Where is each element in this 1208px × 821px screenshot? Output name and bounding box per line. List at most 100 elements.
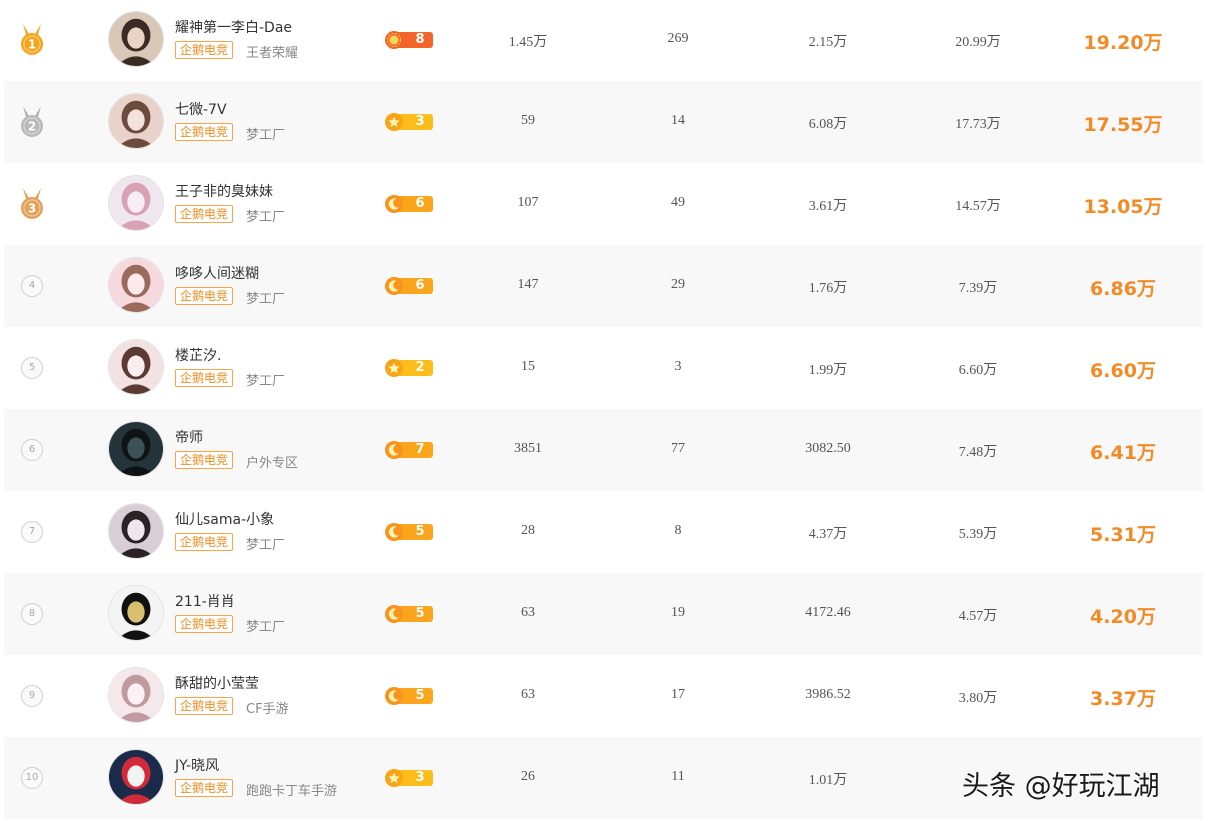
avatar[interactable] [108, 339, 164, 395]
guild-tag: 企鹅电竞 [175, 615, 234, 633]
avatar[interactable] [108, 585, 164, 641]
total-score: 6.41万 [1090, 442, 1156, 464]
stat-col-4: 14.57万 [955, 199, 1001, 214]
ranking-row[interactable]: 4 哆哆人间迷糊 企鹅电竞 梦工厂 6 147 29 1.76万 7.39万 6.86万 [4, 245, 1202, 327]
ranking-row[interactable]: 3 王子非的臭妹妹 企鹅电竞 梦工厂 6 107 49 3.61万 14.57万 13.05万 [4, 163, 1202, 245]
rank-number: 2 [28, 120, 36, 134]
category-label: 梦工厂 [246, 374, 286, 389]
level-badge: 3 [383, 768, 433, 788]
bronze-medal-icon: 3 [21, 188, 43, 219]
stat-col-2: 17 [671, 687, 685, 702]
stat-col-1: 15 [521, 359, 535, 374]
stat-col-1: 28 [521, 523, 535, 538]
moon-badge-icon [385, 687, 403, 705]
total-score: 3.37万 [1090, 688, 1156, 710]
avatar[interactable] [108, 257, 164, 313]
streamer-name[interactable]: 帝师 [175, 427, 203, 447]
stat-col-1: 1.45万 [508, 35, 548, 50]
moon-badge-icon [385, 277, 403, 295]
level-badge: 8 [383, 30, 433, 50]
total-score: 5.31万 [1090, 524, 1156, 546]
level-badge: 5 [383, 686, 433, 706]
category-label: 跑跑卡丁车手游 [246, 784, 338, 799]
level-badge: 3 [383, 112, 433, 132]
stat-col-2: 11 [671, 769, 685, 784]
moon-badge-icon [385, 195, 403, 213]
guild-tag: 企鹅电竞 [175, 287, 234, 305]
watermark: 头条 @好玩江湖 [962, 771, 1160, 802]
badge-level: 7 [415, 442, 425, 457]
streamer-name[interactable]: 耀神第一李白-Dae [175, 17, 292, 37]
ranking-row[interactable]: 9 酥甜的小莹莹 企鹅电竞 CF手游 5 63 17 3986.52 3.80万 3.37万 [4, 655, 1202, 737]
stat-col-2: 29 [671, 277, 685, 292]
guild-tag: 企鹅电竞 [175, 451, 234, 469]
category-label: 梦工厂 [246, 210, 286, 225]
stat-col-2: 77 [671, 441, 685, 456]
stat-col-3: 2.15万 [808, 35, 848, 50]
avatar[interactable] [108, 667, 164, 723]
stat-col-3: 1.01万 [808, 773, 848, 788]
total-score: 4.20万 [1090, 606, 1156, 628]
rank-number: 1 [28, 38, 36, 52]
stat-col-4: 20.99万 [955, 35, 1001, 50]
badge-level: 5 [415, 606, 425, 621]
ranking-row[interactable]: 1 耀神第一李白-Dae 企鹅电竞 王者荣耀 8 1.45万 269 2.15万 20.99万 1… [4, 0, 1202, 81]
avatar[interactable] [108, 93, 164, 149]
stat-col-2: 14 [671, 113, 685, 128]
stat-col-2: 8 [674, 523, 682, 538]
streamer-name[interactable]: 楼芷汐. [175, 345, 221, 365]
badge-level: 3 [415, 114, 425, 129]
rank-number: 8 [21, 603, 43, 625]
category-label: CF手游 [246, 702, 289, 717]
streamer-name[interactable]: 七微-7V [175, 99, 227, 119]
category-label: 户外专区 [246, 456, 299, 471]
ranking-row[interactable]: 8 211-肖肖 企鹅电竞 梦工厂 5 63 19 4172.46 4.57万 4.20万 [4, 573, 1202, 655]
moon-badge-icon [385, 523, 403, 541]
guild-tag: 企鹅电竞 [175, 779, 234, 797]
avatar[interactable] [108, 749, 164, 805]
streamer-name[interactable]: JY-晓风 [175, 755, 219, 775]
streamer-name[interactable]: 酥甜的小莹莹 [175, 673, 259, 693]
rank-number: 6 [21, 439, 43, 461]
star-badge-icon [385, 769, 403, 787]
streamer-name[interactable]: 哆哆人间迷糊 [175, 263, 259, 283]
guild-tag: 企鹅电竞 [175, 697, 234, 715]
category-label: 王者荣耀 [246, 46, 299, 61]
star-badge-icon [385, 113, 403, 131]
guild-tag: 企鹅电竞 [175, 41, 234, 59]
avatar[interactable] [108, 421, 164, 477]
category-label: 梦工厂 [246, 538, 286, 553]
streamer-name[interactable]: 王子非的臭妹妹 [175, 181, 273, 201]
rank-number: 10 [21, 767, 43, 789]
stat-col-4: 5.39万 [958, 527, 998, 542]
rank-number: 3 [28, 202, 36, 216]
stat-col-2: 19 [671, 605, 685, 620]
avatar[interactable] [108, 11, 164, 67]
stat-col-1: 147 [517, 277, 539, 292]
stat-col-3: 3986.52 [805, 687, 851, 702]
stat-col-3: 3082.50 [805, 441, 851, 456]
stat-col-1: 63 [521, 687, 535, 702]
stat-col-4: 7.39万 [958, 281, 998, 296]
ranking-row[interactable]: 6 帝师 企鹅电竞 户外专区 7 3851 77 3082.50 7.48万 6.41万 [4, 409, 1202, 491]
badge-level: 8 [415, 32, 425, 47]
stat-col-4: 6.60万 [958, 363, 998, 378]
streamer-name[interactable]: 仙儿sama-小象 [175, 509, 274, 529]
rank-number: 5 [21, 357, 43, 379]
ranking-row[interactable]: 7 仙儿sama-小象 企鹅电竞 梦工厂 5 28 8 4.37万 5.39万 5.31万 [4, 491, 1202, 573]
moon-badge-icon [385, 605, 403, 623]
star-badge-icon [385, 359, 403, 377]
streamer-name[interactable]: 211-肖肖 [175, 591, 235, 611]
guild-tag: 企鹅电竞 [175, 123, 234, 141]
avatar[interactable] [108, 175, 164, 231]
rank-number: 4 [21, 275, 43, 297]
badge-level: 5 [415, 524, 425, 539]
avatar[interactable] [108, 503, 164, 559]
guild-tag: 企鹅电竞 [175, 369, 234, 387]
ranking-row[interactable]: 2 七微-7V 企鹅电竞 梦工厂 3 59 14 6.08万 17.73万 17.55万 [4, 81, 1202, 163]
ranking-row[interactable]: 5 楼芷汐. 企鹅电竞 梦工厂 2 15 3 1.99万 6.60万 6.60万 [4, 327, 1202, 409]
stat-col-4: 17.73万 [955, 117, 1001, 132]
stat-col-3: 6.08万 [808, 117, 848, 132]
level-badge: 2 [383, 358, 433, 378]
level-badge: 5 [383, 604, 433, 624]
